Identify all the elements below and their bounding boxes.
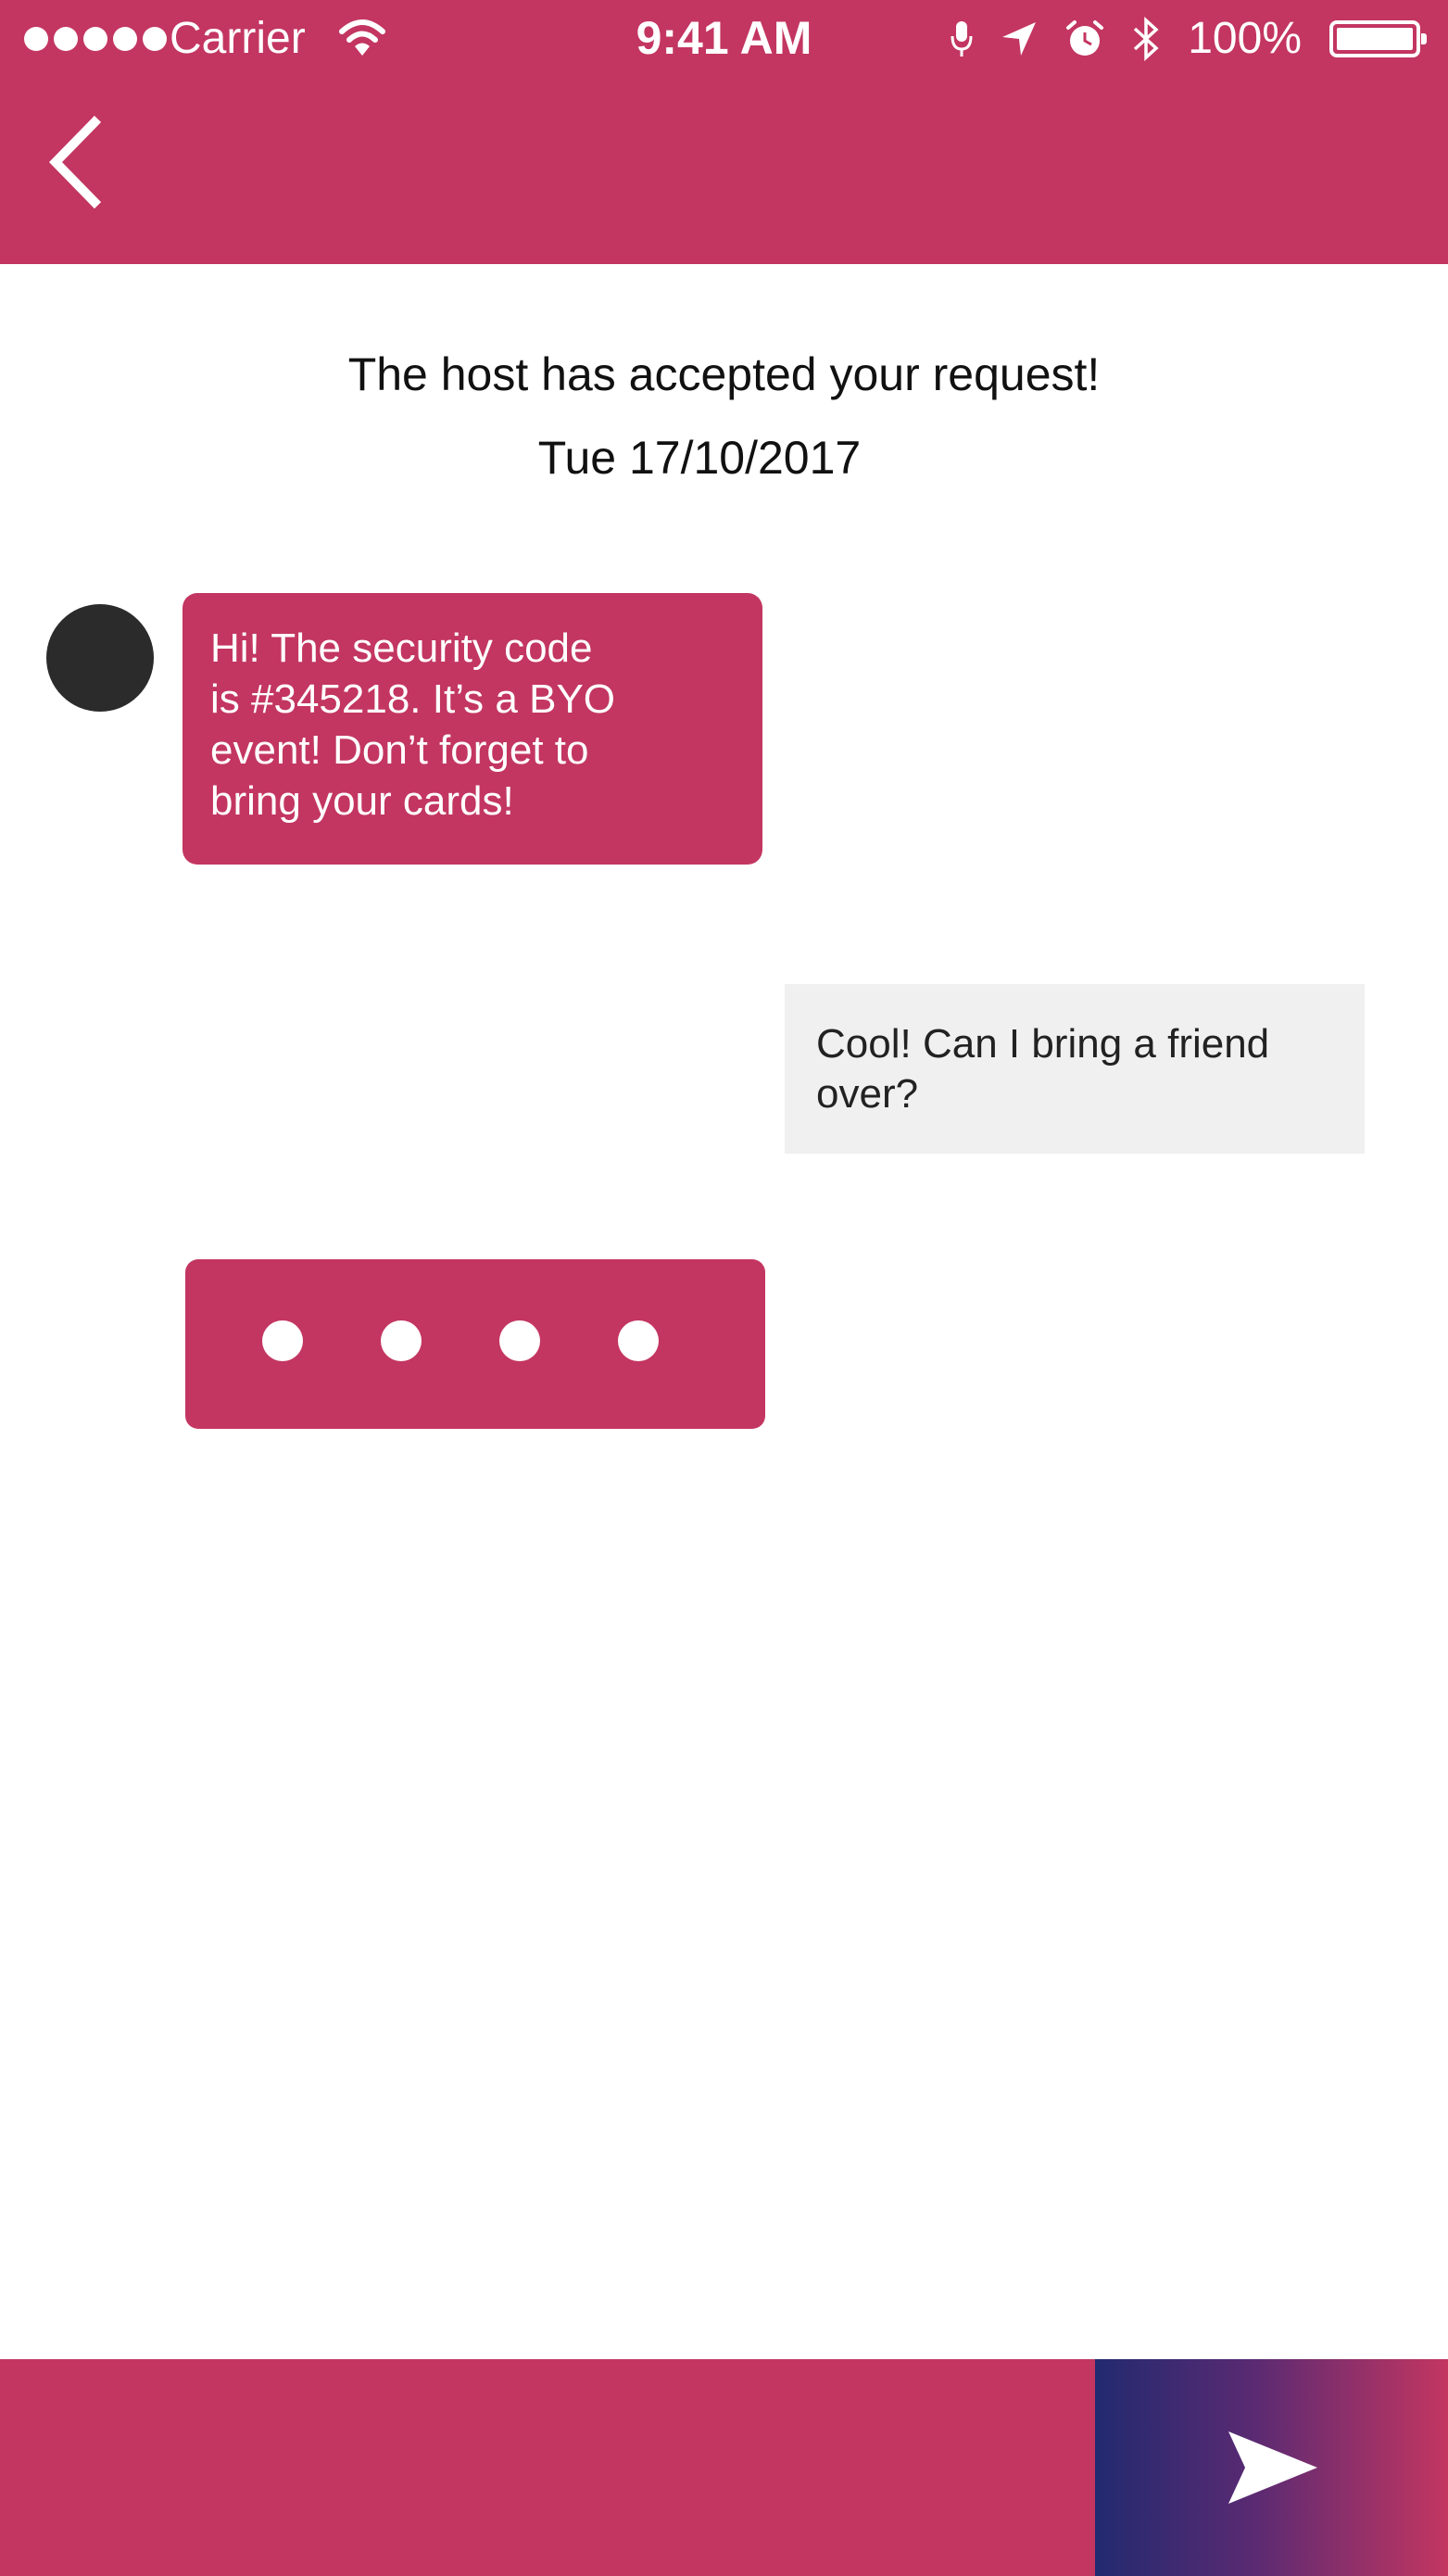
- bluetooth-icon: [1134, 17, 1159, 61]
- message-line: Cool! Can I bring a friend: [816, 1021, 1270, 1067]
- message-line: over?: [816, 1071, 919, 1117]
- typing-dot: [618, 1320, 659, 1361]
- back-chevron-icon[interactable]: [37, 111, 120, 213]
- send-arrow-icon: [1228, 2431, 1317, 2504]
- message-line: event! Don’t forget to: [210, 727, 589, 773]
- notice-date: Tue 17/10/2017: [537, 432, 862, 484]
- app-header: Carrier 9:41 AM 100%: [0, 0, 1448, 264]
- status-bar: Carrier 9:41 AM 100%: [0, 0, 1448, 78]
- message-line: is #345218. It’s a BYO: [210, 676, 616, 722]
- typing-dot: [381, 1320, 422, 1361]
- microphone-icon: [951, 21, 973, 57]
- message-input[interactable]: [0, 2359, 1095, 2576]
- message-line: Hi! The security code: [210, 625, 593, 671]
- status-indicators: 100%: [951, 9, 1427, 69]
- location-arrow-icon: [1002, 22, 1037, 56]
- outgoing-message-bubble: Cool! Can I bring a friend over?: [785, 984, 1365, 1154]
- message-composer: [0, 2359, 1448, 2576]
- host-avatar[interactable]: [46, 604, 154, 712]
- acceptance-notice: The host has accepted your request!: [347, 348, 1101, 400]
- typing-dot: [499, 1320, 540, 1361]
- alarm-icon: [1066, 20, 1104, 56]
- send-button[interactable]: [1095, 2359, 1448, 2576]
- incoming-message-bubble: Hi! The security code is #345218. It’s a…: [183, 593, 762, 865]
- battery-icon: [1329, 20, 1427, 57]
- battery-fill: [1337, 28, 1413, 50]
- typing-dot: [262, 1320, 303, 1361]
- message-line: bring your cards!: [210, 778, 514, 824]
- battery-percent: 100%: [1188, 14, 1302, 63]
- typing-indicator: [185, 1259, 765, 1429]
